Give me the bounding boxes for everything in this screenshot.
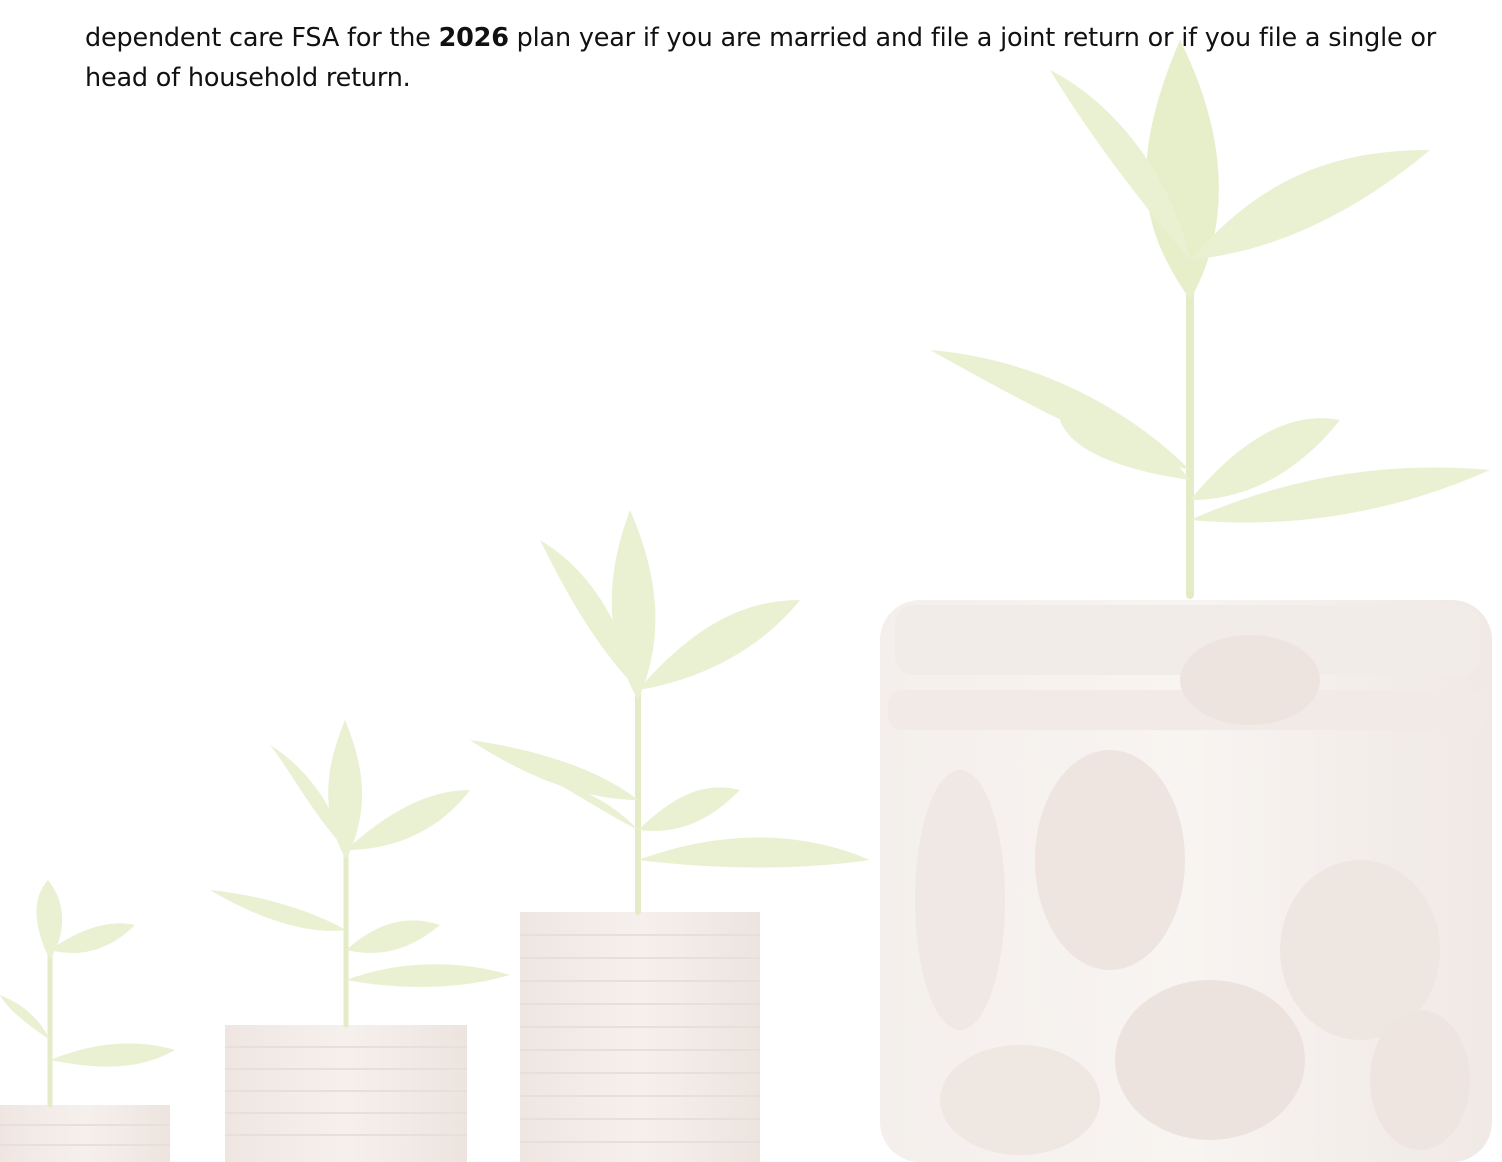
seedling-icon xyxy=(0,880,175,1108)
coin-stack-icon xyxy=(0,1105,170,1162)
fsa-limit-paragraph: dependent care FSA for the 2026 plan yea… xyxy=(85,18,1445,98)
seedling-icon xyxy=(210,720,510,1028)
plan-year-bold: 2026 xyxy=(438,22,509,53)
seedling-icon xyxy=(930,40,1490,599)
page: dependent care FSA for the 2026 plan yea… xyxy=(0,0,1502,1162)
seedling-icon xyxy=(470,510,870,915)
paragraph-text-start: dependent care FSA for the xyxy=(85,22,431,53)
coin-jar-icon xyxy=(880,600,1492,1162)
coin-stack-icon xyxy=(225,1025,467,1162)
coin-growth-background-image xyxy=(0,40,1492,1162)
coin-stack-icon xyxy=(520,912,760,1162)
